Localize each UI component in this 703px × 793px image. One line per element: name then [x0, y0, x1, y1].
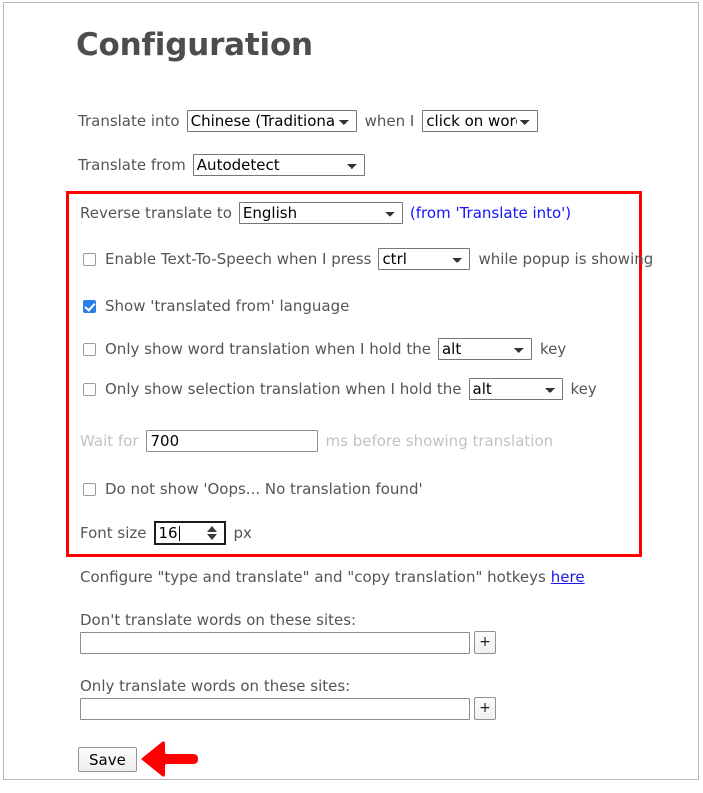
selection-hold-key-row: Only show selection translation when I h…: [83, 378, 597, 400]
text-to-speech-checkbox[interactable]: [83, 252, 96, 266]
allowlist-input-row: +: [80, 697, 496, 720]
reverse-translate-select[interactable]: English: [238, 202, 403, 224]
spinner-arrows[interactable]: [206, 526, 217, 540]
translate-from-label: Translate from: [78, 156, 186, 174]
translate-into-select[interactable]: Chinese (Traditional): [186, 110, 357, 132]
selection-hold-key-suffix-label: key: [570, 380, 597, 398]
wait-delay-label: Wait for: [80, 432, 139, 450]
save-button[interactable]: Save: [78, 747, 137, 772]
translate-into-label: Translate into: [78, 112, 180, 130]
font-size-row: Font size 16 px: [80, 521, 252, 545]
trigger-select[interactable]: click on word: [422, 110, 539, 132]
text-to-speech-label: Enable Text-To-Speech when I press: [105, 250, 372, 268]
page-title: Configuration: [76, 27, 313, 63]
blocklist-input[interactable]: [80, 631, 470, 654]
red-arrow-annotation-icon: [141, 741, 198, 777]
text-to-speech-key-select[interactable]: ctrl: [378, 248, 471, 270]
word-hold-key-row: Only show word translation when I hold t…: [83, 338, 566, 360]
reverse-translate-row: Reverse translate to English (from 'Tran…: [80, 202, 571, 224]
word-hold-key-label: Only show word translation when I hold t…: [105, 340, 431, 358]
blocklist-add-button[interactable]: +: [474, 631, 496, 654]
text-to-speech-row: Enable Text-To-Speech when I press ctrl …: [83, 248, 653, 270]
translate-from-row: Translate from Autodetect: [78, 154, 365, 176]
hide-oops-checkbox[interactable]: [83, 482, 96, 496]
allowlist-label-row: Only translate words on these sites:: [80, 677, 350, 695]
reverse-translate-label: Reverse translate to: [80, 204, 232, 222]
allowlist-input[interactable]: [80, 697, 470, 720]
spinner-down-icon[interactable]: [206, 534, 217, 540]
show-translated-from-label: Show 'translated from' language: [105, 297, 350, 315]
word-hold-key-suffix-label: key: [539, 340, 567, 358]
wait-delay-row: Wait for ms before showing translation: [80, 430, 553, 452]
highlight-annotation-box: [66, 191, 642, 557]
options-page-frame: Configuration Translate into Chinese (Tr…: [3, 2, 699, 780]
text-caret: [178, 525, 180, 541]
translate-into-row: Translate into Chinese (Traditional) whe…: [78, 110, 539, 132]
wait-delay-input[interactable]: [145, 430, 318, 452]
text-to-speech-suffix-label: while popup is showing: [478, 250, 654, 268]
reverse-translate-note: (from 'Translate into'): [409, 204, 572, 222]
font-size-value: 16: [158, 524, 178, 542]
word-hold-key-checkbox[interactable]: [83, 342, 96, 356]
selection-hold-key-select[interactable]: alt: [468, 378, 563, 400]
hotkeys-text: Configure "type and translate" and "copy…: [80, 568, 546, 586]
blocklist-label-row: Don't translate words on these sites:: [80, 611, 356, 629]
hotkeys-row: Configure "type and translate" and "copy…: [80, 568, 585, 586]
font-size-label: Font size: [80, 524, 147, 542]
allowlist-label: Only translate words on these sites:: [80, 677, 351, 695]
hide-oops-label: Do not show 'Oops... No translation foun…: [105, 480, 423, 498]
spinner-up-icon[interactable]: [206, 526, 217, 532]
selection-hold-key-checkbox[interactable]: [83, 382, 96, 396]
font-size-unit-label: px: [233, 524, 252, 542]
blocklist-label: Don't translate words on these sites:: [80, 611, 357, 629]
show-translated-from-checkbox[interactable]: [83, 299, 96, 313]
wait-delay-suffix-label: ms before showing translation: [325, 432, 554, 450]
when-i-label: when I: [364, 112, 415, 130]
hide-oops-row: Do not show 'Oops... No translation foun…: [83, 480, 423, 498]
allowlist-add-button[interactable]: +: [474, 697, 496, 720]
blocklist-input-row: +: [80, 631, 496, 654]
word-hold-key-select[interactable]: alt: [437, 338, 532, 360]
hotkeys-here-link[interactable]: here: [551, 568, 585, 586]
translate-from-select[interactable]: Autodetect: [192, 154, 365, 176]
selection-hold-key-label: Only show selection translation when I h…: [105, 380, 462, 398]
show-translated-from-row: Show 'translated from' language: [83, 297, 349, 315]
font-size-spinner[interactable]: 16: [153, 521, 226, 545]
